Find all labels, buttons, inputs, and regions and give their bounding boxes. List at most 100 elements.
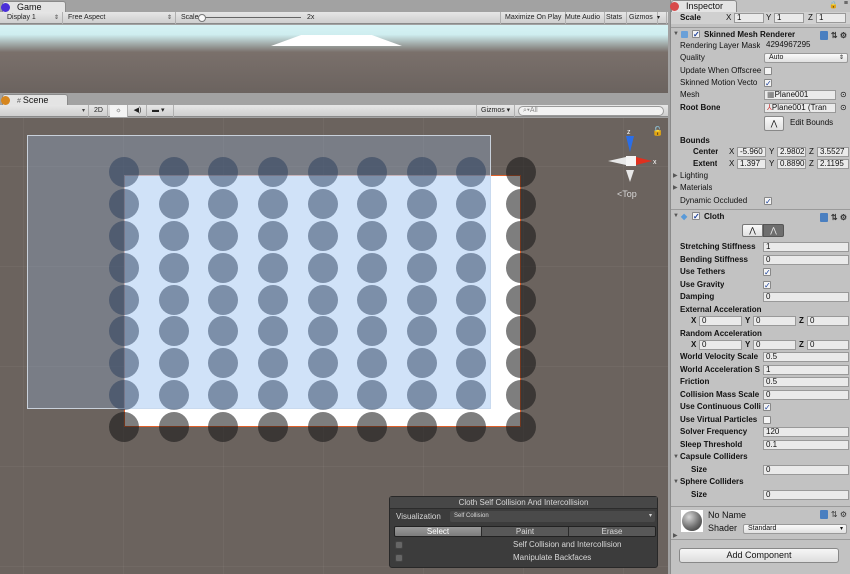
- mute-audio-button[interactable]: Mute Audio: [561, 12, 606, 24]
- cloth-particle[interactable]: [307, 316, 338, 347]
- scene-search-input[interactable]: ⌕▾All: [518, 106, 664, 116]
- preset-icon[interactable]: ⇅: [831, 510, 838, 519]
- cloth-particle[interactable]: [506, 220, 536, 251]
- cloth-particle[interactable]: [109, 284, 139, 315]
- cloth-particle[interactable]: [357, 220, 388, 251]
- gear-icon[interactable]: ⚙: [840, 31, 847, 40]
- scale-x-field[interactable]: 1: [734, 13, 764, 23]
- cloth-particle[interactable]: [456, 412, 487, 442]
- cloth-particle[interactable]: [307, 188, 338, 219]
- cloth-particle[interactable]: [208, 252, 239, 283]
- cloth-particle[interactable]: [406, 252, 437, 283]
- cloth-particle[interactable]: [208, 188, 239, 219]
- extent-x-field[interactable]: 1.397: [737, 159, 766, 169]
- update-offscreen-checkbox[interactable]: [764, 67, 772, 75]
- cloth-particle[interactable]: [506, 380, 536, 411]
- world-velocity-scale-field[interactable]: 0.5: [763, 352, 849, 362]
- foldout-closed-icon[interactable]: ▶: [673, 182, 678, 194]
- world-acceleration-field[interactable]: 1: [763, 365, 849, 375]
- external-acceleration-x-field[interactable]: 0: [699, 316, 742, 326]
- skinned-mesh-renderer-enabled-checkbox[interactable]: ✓: [692, 30, 700, 39]
- cloth-particle[interactable]: [158, 188, 189, 219]
- dynamic-occluded-checkbox[interactable]: ✓: [764, 197, 772, 206]
- cloth-particle[interactable]: [506, 348, 536, 379]
- cloth-particle[interactable]: [456, 284, 487, 315]
- cloth-particle[interactable]: [406, 220, 437, 251]
- gizmos-button[interactable]: Gizmos: [625, 12, 658, 24]
- aspect-select[interactable]: Free Aspect ⇕: [64, 12, 176, 24]
- cloth-particle[interactable]: [456, 252, 487, 283]
- rendering-layer-mask-field[interactable]: 4294967295: [764, 41, 848, 51]
- display-select[interactable]: Display 1 ⇕: [3, 12, 63, 24]
- cloth-particle[interactable]: [357, 412, 388, 442]
- cloth-particle[interactable]: [158, 412, 189, 442]
- cloth-particle[interactable]: [109, 252, 139, 283]
- use-gravity-checkbox[interactable]: ✓: [763, 281, 771, 290]
- scale-y-field[interactable]: 1: [774, 13, 804, 23]
- lock-icon[interactable]: 🔓: [652, 126, 663, 137]
- cloth-particle[interactable]: [208, 220, 239, 251]
- random-acceleration-z-field[interactable]: 0: [807, 340, 849, 350]
- foldout-open-icon[interactable]: ▼: [673, 451, 679, 463]
- cloth-particle[interactable]: [307, 348, 338, 379]
- external-acceleration-y-field[interactable]: 0: [753, 316, 796, 326]
- maximize-on-play-button[interactable]: Maximize On Play: [500, 12, 567, 24]
- cloth-particle[interactable]: [109, 220, 139, 251]
- cloth-particle[interactable]: [257, 284, 288, 315]
- edit-bounds-icon[interactable]: ⋀: [764, 116, 784, 131]
- cloth-particle[interactable]: [307, 252, 338, 283]
- collision-mass-scale-field[interactable]: 0: [763, 390, 849, 400]
- cloth-particle[interactable]: [406, 380, 437, 411]
- shader-select[interactable]: Standard ▾: [743, 524, 847, 534]
- lock-icon[interactable]: 🔒: [829, 1, 838, 9]
- help-book-icon[interactable]: [819, 213, 828, 223]
- scale-slider-thumb[interactable]: [198, 14, 206, 22]
- game-viewport[interactable]: [0, 25, 668, 93]
- scale-slider-track[interactable]: [201, 17, 301, 18]
- cloth-particle[interactable]: [109, 412, 139, 442]
- quality-select[interactable]: Auto ⇕: [764, 53, 848, 63]
- sleep-threshold-field[interactable]: 0.1: [763, 440, 849, 450]
- use-virtual-particles-checkbox[interactable]: [763, 416, 771, 424]
- center-y-field[interactable]: 2.9802: [777, 147, 806, 157]
- random-acceleration-y-field[interactable]: 0: [753, 340, 796, 350]
- skinned-mesh-renderer-header[interactable]: ▼ ✓ Skinned Mesh Renderer ⇅ ⚙: [671, 27, 850, 41]
- cloth-particle[interactable]: [357, 157, 388, 187]
- visualization-select[interactable]: Self Collision ▾: [450, 511, 655, 522]
- gizmos-dropdown-icon[interactable]: ▾: [655, 12, 667, 24]
- mode-select-button[interactable]: Select: [395, 527, 482, 536]
- cloth-particle[interactable]: [257, 380, 288, 411]
- foldout-open-icon[interactable]: ▼: [673, 210, 679, 223]
- sun-icon[interactable]: ☼: [110, 105, 128, 117]
- cloth-particle[interactable]: [307, 284, 338, 315]
- damping-field[interactable]: 0: [763, 292, 849, 302]
- root-bone-field[interactable]: ⅄Plane001 (Tran: [764, 103, 836, 113]
- cloth-particle[interactable]: [158, 316, 189, 347]
- cloth-particle[interactable]: [257, 157, 288, 187]
- external-acceleration-z-field[interactable]: 0: [807, 316, 849, 326]
- mode-erase-button[interactable]: Erase: [569, 527, 655, 536]
- scale-z-field[interactable]: 1: [816, 13, 846, 23]
- center-x-field[interactable]: -5.960: [737, 147, 766, 157]
- stats-button[interactable]: Stats: [602, 12, 627, 24]
- cloth-particle[interactable]: [406, 412, 437, 442]
- cloth-particle[interactable]: [506, 157, 536, 187]
- mesh-field[interactable]: ▦Plane001: [764, 90, 836, 100]
- cloth-particle[interactable]: [158, 157, 189, 187]
- edit-constraints-icon[interactable]: ⋀: [742, 224, 763, 237]
- sphere-colliders-foldout[interactable]: ▼ Sphere Colliders: [671, 476, 850, 488]
- window-close-dot[interactable]: [1, 96, 10, 105]
- cloth-particle[interactable]: [406, 157, 437, 187]
- cloth-particle[interactable]: [406, 284, 437, 315]
- cloth-particle[interactable]: [357, 252, 388, 283]
- gizmo-z-arrow[interactable]: [626, 136, 634, 152]
- gizmo-neg-z-arrow[interactable]: [626, 170, 634, 182]
- bending-stiffness-field[interactable]: 0: [763, 255, 849, 265]
- cloth-particle[interactable]: [307, 157, 338, 187]
- gizmo-neg-x-arrow[interactable]: [608, 157, 626, 165]
- foldout-closed-icon[interactable]: ▶: [673, 170, 678, 182]
- lighting-foldout[interactable]: ▶ Lighting: [671, 170, 850, 182]
- speaker-icon[interactable]: ◀): [129, 105, 147, 117]
- manipulate-backfaces-checkbox[interactable]: [395, 554, 403, 562]
- cloth-header[interactable]: ▼ ◆ ✓ Cloth ⇅ ⚙: [671, 209, 850, 223]
